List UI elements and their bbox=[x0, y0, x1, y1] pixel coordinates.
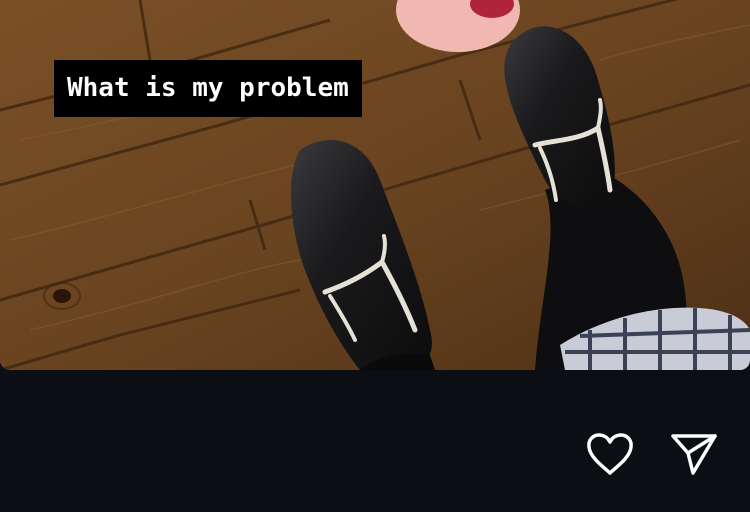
like-button[interactable] bbox=[584, 428, 636, 480]
heart-icon bbox=[587, 433, 633, 475]
story-photo[interactable]: What is my problem bbox=[0, 0, 750, 370]
photo-illustration bbox=[0, 0, 750, 370]
story-caption: What is my problem bbox=[54, 60, 362, 117]
send-icon bbox=[671, 434, 717, 475]
story-action-bar bbox=[0, 370, 750, 512]
share-button[interactable] bbox=[668, 428, 720, 480]
story-viewer: What is my problem bbox=[0, 0, 750, 512]
